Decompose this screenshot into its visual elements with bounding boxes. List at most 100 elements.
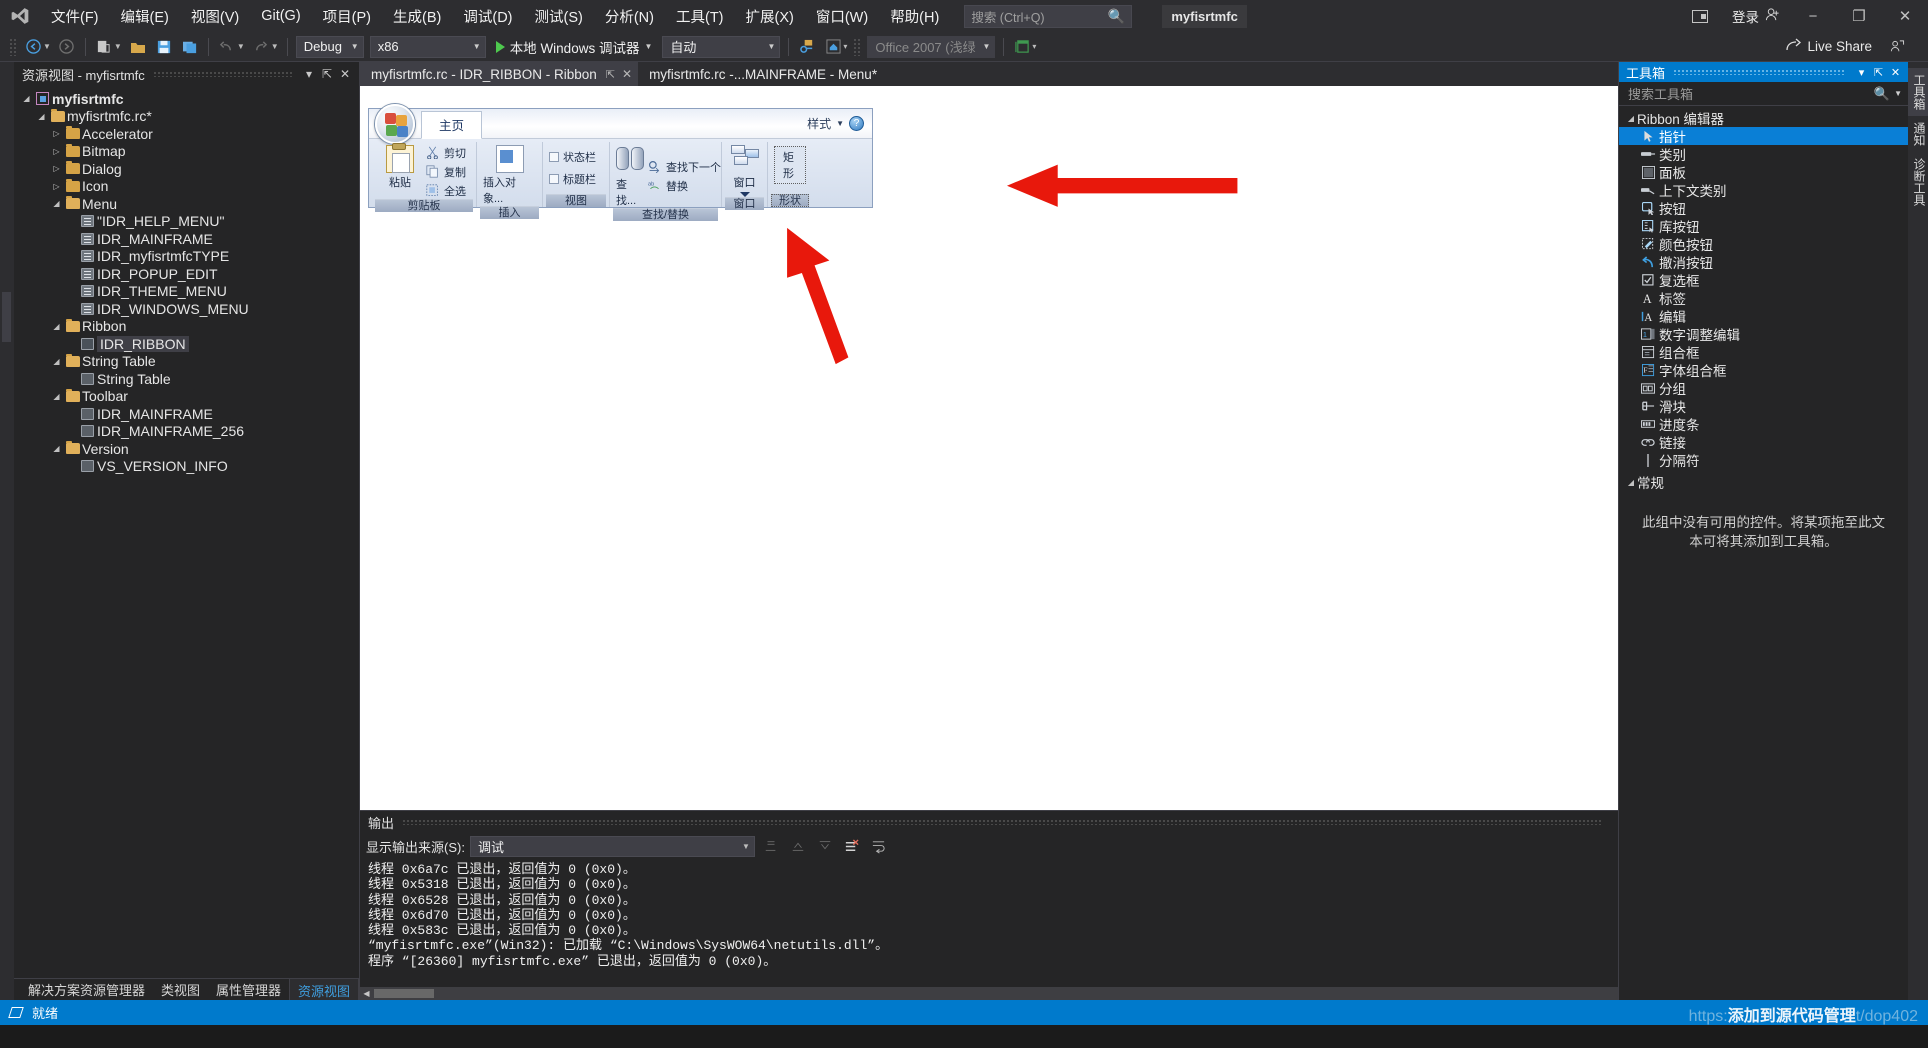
- close-icon[interactable]: ✕: [336, 67, 354, 81]
- tree-node[interactable]: IDR_WINDOWS_MENU: [14, 300, 359, 318]
- tree-node[interactable]: VS_VERSION_INFO: [14, 458, 359, 476]
- ribbon-group-shape[interactable]: 矩形 形状: [768, 142, 812, 207]
- panel-drag-dots[interactable]: [152, 71, 292, 77]
- tree-node[interactable]: String Table: [14, 370, 359, 388]
- close-button[interactable]: ✕: [1882, 0, 1928, 32]
- explorer-tab-strip[interactable]: 解决方案资源管理器 类视图 属性管理器 资源视图: [14, 977, 360, 1002]
- ribbon-button-rectangle[interactable]: 矩形: [774, 146, 806, 184]
- panel-menu-icon[interactable]: ▾: [300, 67, 318, 81]
- toolbox-item-gallery-button[interactable]: 库按钮: [1619, 217, 1908, 235]
- tree-node[interactable]: IDR_myfisrtmfcTYPE: [14, 248, 359, 266]
- toolbox-item-edit[interactable]: A 编辑: [1619, 307, 1908, 325]
- scroll-thumb[interactable]: [374, 989, 434, 998]
- tree-node[interactable]: ◢ myfisrtmfc.rc*: [14, 108, 359, 126]
- go-to-next-message-button[interactable]: [814, 835, 836, 857]
- toolbox-search-input[interactable]: 搜索工具箱 🔍 ▼: [1619, 82, 1908, 106]
- rail-tab-notifications[interactable]: 通知: [1908, 116, 1928, 152]
- tree-node[interactable]: IDR_THEME_MENU: [14, 283, 359, 301]
- menu-test[interactable]: 测试(S): [524, 1, 594, 32]
- rail-tab-diagnostics[interactable]: 诊断工具: [1908, 152, 1928, 212]
- minimize-button[interactable]: −: [1790, 0, 1836, 32]
- ribbon-tab-home[interactable]: 主页: [421, 111, 483, 139]
- explorer-tab-2[interactable]: 属性管理器: [208, 978, 289, 1001]
- ribbon-group-insert[interactable]: 插入对象... 插入: [477, 142, 543, 219]
- ribbon-button-select-all[interactable]: 全选: [426, 183, 466, 199]
- close-icon[interactable]: ✕: [1887, 66, 1904, 79]
- tree-node[interactable]: ▷ Accelerator: [14, 125, 359, 143]
- ribbon-check-titlebar[interactable]: 标题栏: [549, 171, 596, 187]
- tree-node[interactable]: "IDR_HELP_MENU": [14, 213, 359, 231]
- explorer-tab-3[interactable]: 资源视图: [289, 977, 360, 1002]
- toggle-word-wrap-button[interactable]: [868, 835, 890, 857]
- ribbon-style-control[interactable]: 样式 ▼ ?: [807, 115, 864, 132]
- toolbox-item-button[interactable]: 按钮: [1619, 199, 1908, 217]
- ribbon-designer-surface[interactable]: ▾ 主页 样式 ▼ ?: [360, 86, 1618, 810]
- chevron-collapsed-icon[interactable]: ▷: [50, 182, 63, 191]
- panel-menu-icon[interactable]: ▾: [1853, 66, 1870, 79]
- chevron-expanded-icon[interactable]: ◢: [35, 112, 48, 121]
- menu-tools[interactable]: 工具(T): [665, 1, 735, 32]
- resource-tree[interactable]: ◢ myfisrtmfc ◢ myfisrtmfc.rc* ▷ Accelerator ▷ B…: [14, 86, 359, 978]
- theme-combo[interactable]: Office 2007 (浅绿色) ▼: [867, 35, 996, 58]
- debug-target-combo[interactable]: 自动 ▼: [662, 35, 781, 58]
- ribbon-button-window[interactable]: 窗口: [728, 145, 761, 197]
- close-icon[interactable]: ✕: [622, 67, 632, 81]
- menu-edit[interactable]: 编辑(E): [110, 1, 180, 32]
- ribbon-button-paste[interactable]: 粘贴: [378, 143, 422, 199]
- tree-node[interactable]: IDR_POPUP_EDIT: [14, 265, 359, 283]
- scroll-left-icon[interactable]: ◀: [360, 989, 373, 998]
- chevron-expanded-icon[interactable]: ◢: [50, 322, 63, 331]
- toolbox-category-ribbon-editor[interactable]: ◢ Ribbon 编辑器: [1619, 109, 1908, 127]
- tree-node[interactable]: IDR_MAINFRAME: [14, 405, 359, 423]
- chevron-expanded-icon[interactable]: ◢: [50, 357, 63, 366]
- tree-node[interactable]: ▷ Bitmap: [14, 143, 359, 161]
- new-project-dropdown-icon[interactable]: ▼: [114, 42, 122, 51]
- tree-node[interactable]: ◢ myfisrtmfc: [14, 90, 359, 108]
- ribbon-preview[interactable]: ▾ 主页 样式 ▼ ?: [368, 104, 873, 221]
- toolbox-item-context-category[interactable]: 上下文类别: [1619, 181, 1908, 199]
- ribbon-group-find-replace[interactable]: 查找... 查找下一个 ab 替换 查找/替换: [610, 142, 722, 221]
- menu-window[interactable]: 窗口(W): [805, 1, 879, 32]
- toolbox-item-pointer[interactable]: 指针: [1619, 127, 1908, 145]
- panel-drag-dots[interactable]: [402, 819, 1602, 825]
- pin-icon[interactable]: ⇱: [606, 68, 615, 81]
- live-share-button[interactable]: Live Share: [1785, 38, 1872, 55]
- output-source-combo[interactable]: 调试 ▼: [469, 835, 755, 857]
- ribbon-button-copy[interactable]: 复制: [426, 164, 466, 180]
- toolbar-grip[interactable]: [9, 37, 17, 56]
- save-icon[interactable]: [151, 35, 177, 59]
- navigate-forward-button[interactable]: [54, 35, 80, 59]
- toolbox-item-separator[interactable]: 分隔符: [1619, 451, 1908, 469]
- ribbon-group-clipboard[interactable]: 粘贴 剪切 复制 全选 剪贴板: [372, 142, 477, 212]
- ribbon-button-find-next[interactable]: 查找下一个: [648, 159, 721, 175]
- start-debugging-button[interactable]: 本地 Windows 调试器 ▼: [489, 35, 660, 59]
- menu-git[interactable]: Git(G): [250, 3, 311, 29]
- ribbon-button-find[interactable]: 查找...: [616, 145, 644, 208]
- tree-node[interactable]: ◢ Version: [14, 440, 359, 458]
- redo-dropdown-icon[interactable]: ▼: [271, 42, 279, 51]
- output-text[interactable]: 线程 0x6a7c 已退出，返回值为 0 (0x0)。 线程 0x5318 已退出…: [360, 859, 1618, 987]
- chevron-expanded-icon[interactable]: ◢: [50, 392, 63, 401]
- clear-all-button[interactable]: [841, 835, 863, 857]
- solution-platform-combo[interactable]: x86 ▼: [369, 35, 486, 58]
- send-feedback-icon[interactable]: [1678, 0, 1722, 32]
- toolbox-item-slider[interactable]: 滑块: [1619, 397, 1908, 415]
- toolbox-item-color-button[interactable]: 颜色按钮: [1619, 235, 1908, 253]
- explorer-tab-0[interactable]: 解决方案资源管理器: [20, 978, 153, 1001]
- tree-node[interactable]: ◢ Ribbon: [14, 318, 359, 336]
- menu-build[interactable]: 生成(B): [382, 1, 452, 32]
- menu-extensions[interactable]: 扩展(X): [735, 1, 805, 32]
- find-message-button[interactable]: [760, 835, 782, 857]
- help-icon[interactable]: ?: [849, 116, 864, 131]
- chevron-collapsed-icon[interactable]: ▷: [50, 129, 63, 138]
- menu-project[interactable]: 项目(P): [312, 1, 382, 32]
- toolbar-grip-2[interactable]: [853, 37, 862, 56]
- toolbox-item-category[interactable]: 类别: [1619, 145, 1908, 163]
- doc-tab-menu[interactable]: myfisrtmfc.rc -...MAINFRAME - Menu*: [638, 62, 883, 86]
- tree-node[interactable]: ◢ Menu: [14, 195, 359, 213]
- toolbox-item-link[interactable]: 链接: [1619, 433, 1908, 451]
- menu-file[interactable]: 文件(F): [40, 1, 110, 32]
- navigate-back-dropdown-icon[interactable]: ▼: [43, 42, 51, 51]
- tree-node[interactable]: ◢ Toolbar: [14, 388, 359, 406]
- output-horizontal-scrollbar[interactable]: ◀: [360, 987, 1618, 1000]
